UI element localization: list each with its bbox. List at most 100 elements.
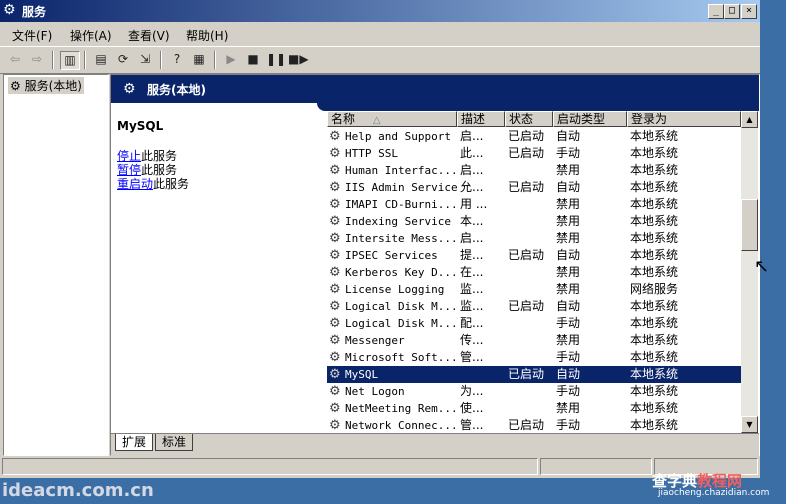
refresh-icon[interactable]: ⟳ (114, 51, 132, 68)
table-row-selected[interactable]: ⚙ MySQL 已启动 自动 本地系统 (327, 366, 741, 383)
service-status-cell (508, 281, 552, 298)
tab-extended[interactable]: 扩展 (115, 434, 154, 451)
service-startup-cell: 自动 (556, 299, 581, 313)
menu-view[interactable]: 查看(V) (128, 27, 170, 44)
properties-icon[interactable]: ▤ (92, 51, 110, 68)
export-list-icon[interactable]: ⇲ (136, 51, 154, 68)
service-gear-icon: ⚙ (329, 265, 341, 280)
service-name-cell: Kerberos Key D... (345, 266, 457, 279)
menu-file[interactable]: 文件(F) (12, 27, 52, 44)
toolbar: ⇦ ⇨ ▥ ▤ ⟳ ⇲ ? ▦ ▶ ■ ❚❚ ■▶ (0, 46, 760, 74)
table-row[interactable]: ⚙ Network Connec... 管... 已启动 手动 本地系统 (327, 417, 741, 433)
table-row[interactable]: ⚙ HTTP SSL 此... 已启动 手动 本地系统 (327, 145, 741, 162)
column-header-status[interactable]: 状态 (505, 111, 553, 127)
table-row[interactable]: ⚙ IPSEC Services 提... 已启动 自动 本地系统 (327, 247, 741, 264)
column-header-description[interactable]: 描述 (457, 111, 505, 127)
show-hide-action-pane-icon[interactable]: ▦ (190, 51, 208, 68)
service-name-cell: Indexing Service (345, 215, 451, 228)
service-logon-cell: 本地系统 (630, 163, 679, 177)
column-header-name[interactable]: 名称 △ (327, 111, 457, 127)
tree-item-services-local[interactable]: ⚙ 服务(本地) (8, 77, 84, 94)
table-row[interactable]: ⚙ Net Logon 为... 手动 本地系统 (327, 383, 741, 400)
restart-service-action: 重启动此服务 (117, 175, 189, 192)
scroll-up-arrow-icon[interactable]: ▲ (741, 111, 758, 128)
menu-help[interactable]: 帮助(H) (186, 27, 228, 44)
forward-arrow-icon[interactable]: ⇨ (28, 51, 46, 68)
service-logon-cell: 本地系统 (630, 180, 679, 194)
service-status-cell (508, 230, 552, 247)
column-header-label: 名称 (331, 112, 356, 126)
service-name-cell: License Logging (345, 283, 445, 296)
table-row[interactable]: ⚙ Intersite Mess... 启... 禁用 本地系统 (327, 230, 741, 247)
maximize-button[interactable]: □ (724, 4, 740, 19)
toolbar-separator (214, 51, 216, 69)
service-name-cell: Intersite Mess... (345, 232, 457, 245)
table-row[interactable]: ⚙ Kerberos Key D... 在... 禁用 本地系统 (327, 264, 741, 281)
table-row[interactable]: ⚙ Indexing Service 本... 禁用 本地系统 (327, 213, 741, 230)
service-name-cell: Net Logon (345, 385, 405, 398)
table-row[interactable]: ⚙ Human Interfac... 启... 禁用 本地系统 (327, 162, 741, 179)
service-desc-cell (460, 366, 504, 383)
stop-icon[interactable]: ■ (244, 51, 262, 68)
service-logon-cell: 本地系统 (630, 265, 679, 279)
tab-standard[interactable]: 标准 (155, 434, 194, 451)
restart-link[interactable]: 重启动 (117, 177, 153, 191)
scroll-down-arrow-icon[interactable]: ▼ (741, 416, 758, 433)
service-name-cell: Logical Disk M... (345, 317, 457, 330)
service-startup-cell: 禁用 (556, 214, 581, 228)
services-window: ⚙ 服务 _ □ × 文件(F) 操作(A) 查看(V) 帮助(H) ⇦ ⇨ ▥… (0, 0, 760, 478)
minimize-button[interactable]: _ (708, 4, 724, 19)
service-logon-cell: 本地系统 (630, 129, 679, 143)
pause-icon[interactable]: ❚❚ (266, 51, 286, 68)
service-gear-icon: ⚙ (329, 350, 341, 365)
service-name-cell: IMAPI CD-Burni... (345, 198, 457, 211)
service-name-cell: MySQL (345, 368, 379, 381)
service-desc-cell: 启... (460, 231, 484, 245)
service-logon-cell: 本地系统 (630, 214, 679, 228)
service-status-cell: 已启动 (508, 146, 545, 160)
service-logon-cell: 本地系统 (630, 197, 679, 211)
title-bar[interactable]: ⚙ 服务 _ □ × (0, 0, 760, 22)
service-startup-cell: 禁用 (556, 231, 581, 245)
service-desc-cell: 启... (460, 129, 484, 143)
show-hide-tree-icon[interactable]: ▥ (60, 51, 80, 70)
close-button[interactable]: × (741, 4, 757, 19)
selected-service-name: MySQL (117, 119, 164, 133)
help-icon[interactable]: ? (168, 51, 186, 68)
scrollbar-thumb[interactable] (741, 199, 758, 251)
service-name-cell: IPSEC Services (345, 249, 438, 262)
column-header-logon-as[interactable]: 登录为 (627, 111, 741, 127)
service-startup-cell: 禁用 (556, 401, 581, 415)
services-list[interactable]: 名称 △ 描述 状态 启动类型 登录为 ⚙ Help and Support 启..… (327, 111, 741, 433)
table-row[interactable]: ⚙ Help and Support 启... 已启动 自动 本地系统 (327, 128, 741, 145)
sort-ascending-icon: △ (372, 115, 381, 126)
service-gear-icon: ⚙ (329, 367, 341, 382)
menu-action[interactable]: 操作(A) (70, 27, 112, 44)
service-logon-cell: 本地系统 (630, 418, 679, 432)
service-startup-cell: 禁用 (556, 333, 581, 347)
back-arrow-icon[interactable]: ⇦ (6, 51, 24, 68)
table-row[interactable]: ⚙ IIS Admin Service 允... 已启动 自动 本地系统 (327, 179, 741, 196)
table-row[interactable]: ⚙ IMAPI CD-Burni... 用 ... 禁用 本地系统 (327, 196, 741, 213)
service-name-cell: Network Connec... (345, 419, 457, 432)
service-status-cell (508, 332, 552, 349)
start-icon[interactable]: ▶ (222, 51, 240, 68)
service-name-cell: Microsoft Soft... (345, 351, 457, 364)
service-name-cell: HTTP SSL (345, 147, 398, 160)
table-row[interactable]: ⚙ Microsoft Soft... 管... 手动 本地系统 (327, 349, 741, 366)
table-row[interactable]: ⚙ NetMeeting Rem... 使... 禁用 本地系统 (327, 400, 741, 417)
service-gear-icon: ⚙ (329, 214, 341, 229)
table-row[interactable]: ⚙ Logical Disk M... 配... 手动 本地系统 (327, 315, 741, 332)
mouse-cursor-icon: ↖ (754, 256, 770, 277)
table-row[interactable]: ⚙ Logical Disk M... 监... 已启动 自动 本地系统 (327, 298, 741, 315)
service-gear-icon: ⚙ (329, 146, 341, 161)
service-gear-icon: ⚙ (329, 180, 341, 195)
column-header-startup-type[interactable]: 启动类型 (553, 111, 627, 127)
table-row[interactable]: ⚙ License Logging 监... 禁用 网络服务 (327, 281, 741, 298)
service-logon-cell: 本地系统 (630, 401, 679, 415)
service-gear-icon: ⚙ (329, 231, 341, 246)
restart-icon[interactable]: ■▶ (288, 51, 309, 68)
table-row[interactable]: ⚙ Messenger 传... 禁用 本地系统 (327, 332, 741, 349)
services-gear-icon: ⚙ (3, 2, 16, 18)
service-logon-cell: 网络服务 (630, 282, 679, 296)
